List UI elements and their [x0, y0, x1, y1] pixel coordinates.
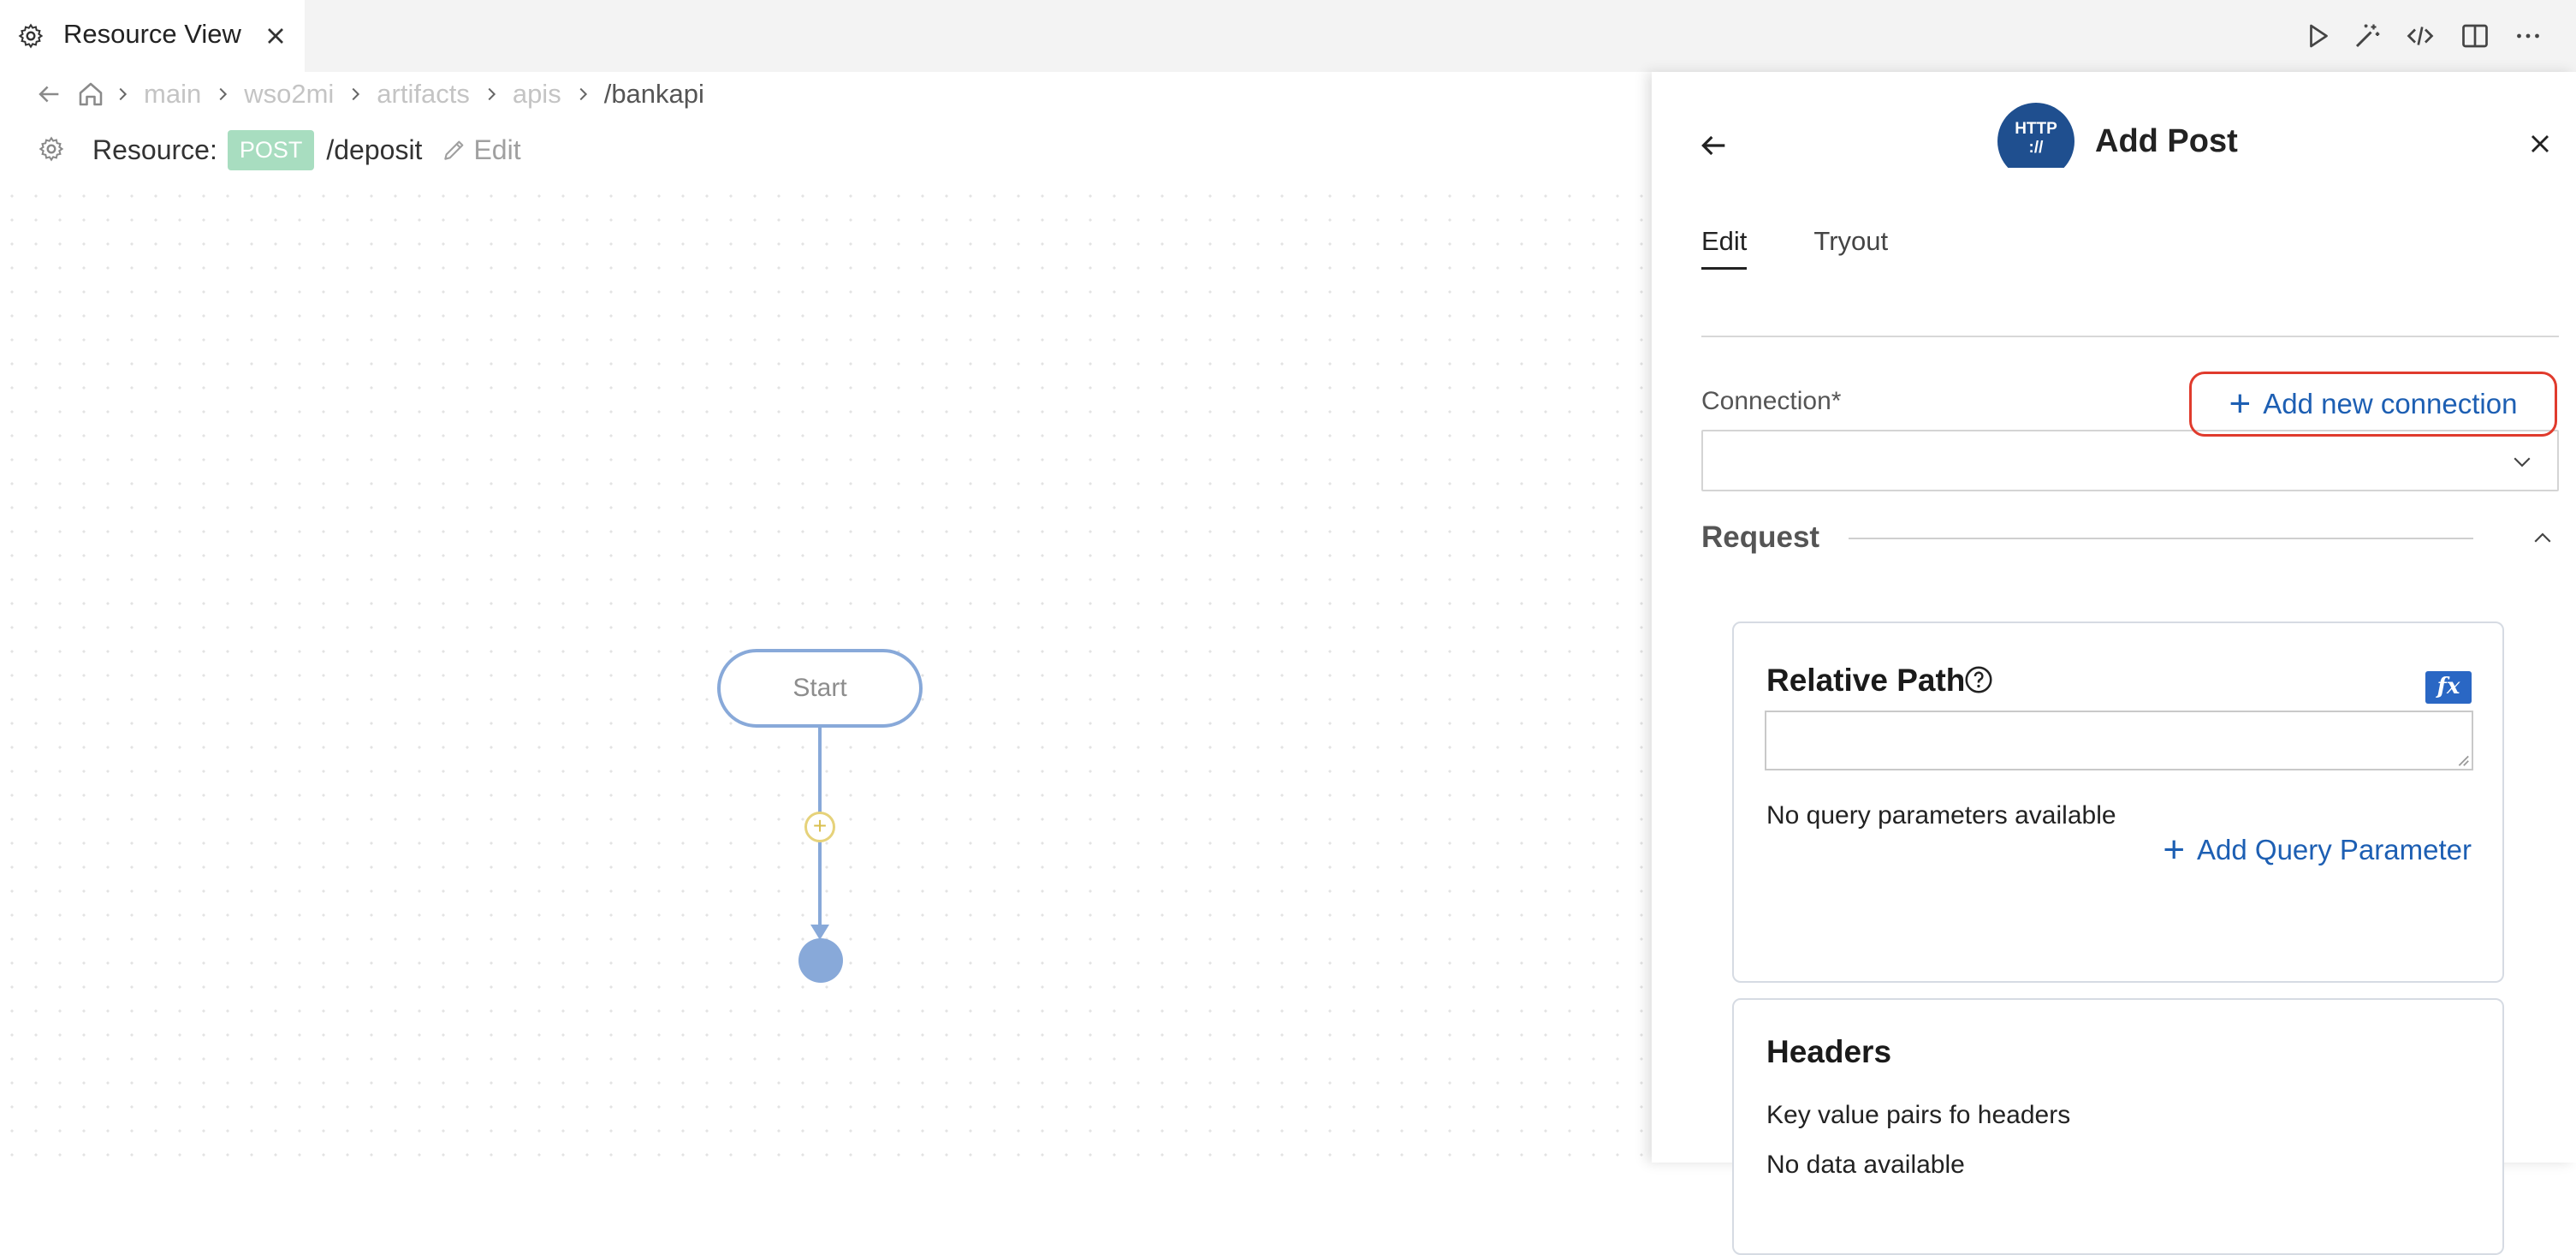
logo-text: HTTP: [2015, 120, 2057, 138]
edit-resource-button[interactable]: Edit: [441, 134, 521, 166]
resource-header: Resource: POST /deposit Edit: [38, 128, 521, 171]
headers-title: Headers: [1766, 1034, 1892, 1069]
breadcrumb-item-main[interactable]: main: [144, 79, 201, 110]
gear-icon: [39, 136, 64, 162]
chevron-right-icon: [488, 87, 496, 101]
start-node-label: Start: [792, 674, 847, 702]
tab-edit[interactable]: Edit: [1701, 226, 1748, 270]
end-node: [798, 938, 843, 983]
breadcrumb: main wso2mi artifacts apis /bankapi: [34, 75, 709, 113]
expression-toggle-button[interactable]: fx: [2425, 671, 2472, 704]
headers-empty-text: No data available: [1766, 1151, 1965, 1179]
breadcrumb-item-apis[interactable]: apis: [513, 79, 561, 110]
back-arrow-icon[interactable]: [34, 80, 63, 109]
panel-tabs: Edit Tryout: [1701, 226, 1955, 270]
close-icon[interactable]: [2525, 128, 2555, 159]
close-icon[interactable]: [262, 22, 289, 50]
method-badge: POST: [227, 129, 315, 170]
add-mediator-button[interactable]: +: [804, 812, 835, 842]
breadcrumb-item-artifacts[interactable]: artifacts: [377, 79, 470, 110]
back-arrow-icon[interactable]: [1696, 128, 1730, 163]
add-new-connection-button[interactable]: + Add new connection: [2189, 372, 2557, 437]
chevron-up-icon[interactable]: [2530, 526, 2555, 551]
connection-label: Connection*: [1701, 387, 1842, 415]
play-icon[interactable]: [2302, 21, 2333, 51]
relative-path-input[interactable]: [1765, 711, 2473, 770]
tab-resource-view[interactable]: Resource View: [0, 0, 305, 72]
resource-path: /deposit: [326, 134, 423, 165]
help-icon[interactable]: [1963, 664, 1994, 695]
no-query-params-text: No query parameters available: [1766, 801, 2116, 830]
add-query-parameter-label: Add Query Parameter: [2197, 834, 2472, 865]
relative-path-card: Relative Path fx No query parameters ava…: [1732, 622, 2504, 983]
tab-tryout[interactable]: Tryout: [1813, 226, 1888, 270]
http-connector-logo: HTTP ://: [1997, 103, 2074, 168]
add-post-panel: HTTP :// Add Post Edit Tryout Connection…: [1652, 72, 2576, 1255]
plus-icon: +: [2163, 829, 2186, 871]
split-editor-icon[interactable]: [2460, 21, 2490, 51]
magic-wand-icon[interactable]: [2352, 21, 2383, 51]
start-node[interactable]: Start: [717, 649, 923, 728]
add-query-parameter-button[interactable]: + Add Query Parameter: [2163, 829, 2472, 871]
more-icon[interactable]: [2513, 21, 2543, 51]
edit-label: Edit: [473, 134, 521, 165]
divider: [1701, 336, 2559, 337]
chevron-right-icon: [219, 87, 228, 101]
request-section-header[interactable]: Request: [1701, 517, 2559, 560]
chevron-right-icon: [119, 87, 128, 101]
home-icon[interactable]: [75, 79, 106, 110]
pencil-icon: [444, 140, 464, 160]
resize-grip-icon[interactable]: [2454, 752, 2470, 767]
breadcrumb-item-wso2mi[interactable]: wso2mi: [244, 79, 334, 110]
code-icon[interactable]: [2405, 21, 2436, 51]
divider: [1849, 538, 2473, 539]
request-title: Request: [1701, 520, 1820, 554]
resource-label: Resource:: [92, 134, 217, 165]
plus-icon: +: [2229, 383, 2252, 425]
gear-icon: [18, 23, 44, 49]
breadcrumb-current: /bankapi: [603, 79, 704, 109]
editor-tab-bar: Resource View: [0, 0, 2576, 72]
add-new-connection-label: Add new connection: [2263, 388, 2518, 419]
headers-card: Headers Key value pairs fo headers No da…: [1732, 998, 2504, 1255]
chevron-right-icon: [352, 87, 360, 101]
headers-description: Key value pairs fo headers: [1766, 1101, 2071, 1129]
panel-title: Add Post: [2095, 123, 2238, 159]
chevron-down-icon: [2514, 457, 2531, 467]
relative-path-title: Relative Path: [1766, 663, 1966, 698]
connection-select[interactable]: [1701, 430, 2559, 491]
tab-title: Resource View: [63, 19, 241, 49]
chevron-right-icon: [579, 87, 587, 101]
logo-subtext: ://: [2028, 139, 2044, 157]
